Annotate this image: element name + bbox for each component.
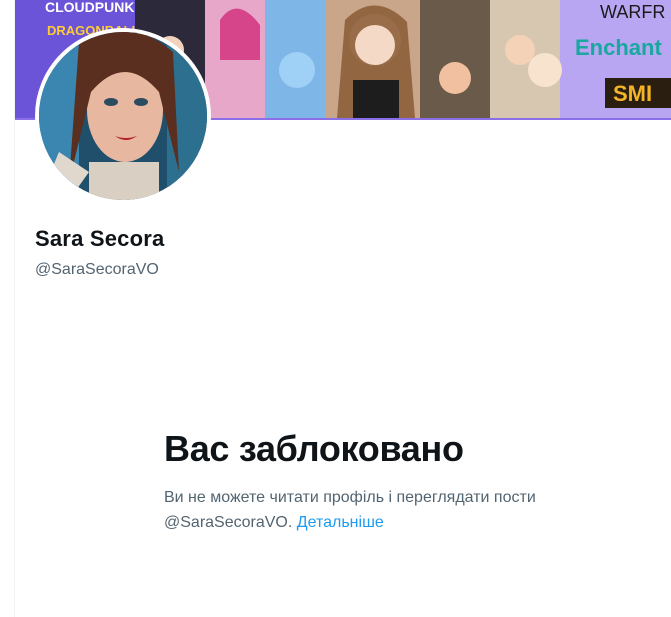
- blocked-message-handle: @SaraSecoraVO.: [164, 514, 297, 531]
- profile-page: CLOUDPUNK DRAGONBALL WARFR Enchant SMI S…: [0, 0, 671, 617]
- svg-text:SMI: SMI: [613, 81, 652, 106]
- avatar[interactable]: [35, 28, 211, 204]
- blocked-message-line1: Ви не можете читати профіль і переглядат…: [164, 489, 536, 506]
- profile-photo-icon: [39, 32, 207, 200]
- svg-text:CLOUDPUNK: CLOUDPUNK: [45, 0, 134, 15]
- profile-handle: @SaraSecoraVO: [35, 261, 159, 278]
- svg-text:WARFR: WARFR: [600, 2, 665, 22]
- svg-text:Enchant: Enchant: [575, 35, 662, 60]
- blocked-title: Вас заблоковано: [164, 428, 464, 469]
- blocked-message: Ви не можете читати профіль і переглядат…: [164, 485, 634, 535]
- learn-more-link[interactable]: Детальніше: [297, 514, 384, 531]
- display-name: Sara Secora: [35, 226, 165, 251]
